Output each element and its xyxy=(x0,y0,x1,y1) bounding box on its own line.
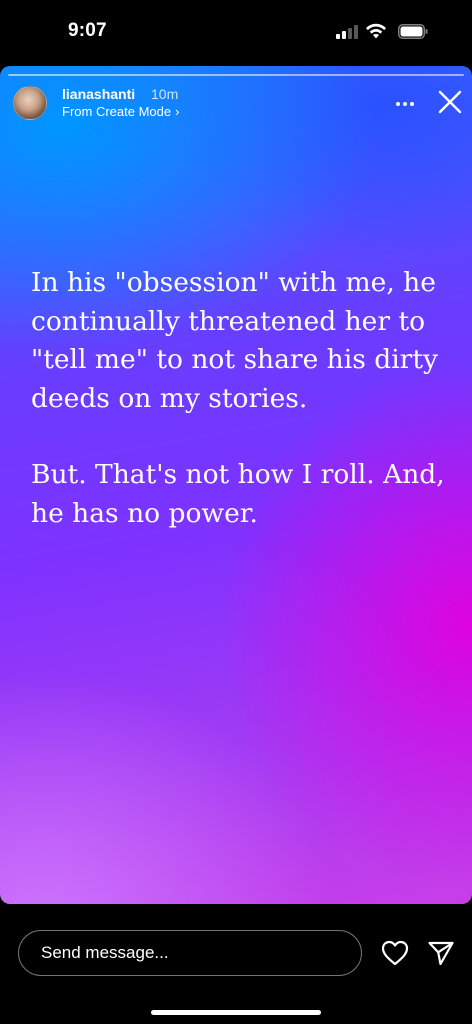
battery-icon xyxy=(398,24,428,39)
story-paragraph: But. That's not how I roll. And, he has … xyxy=(31,459,445,529)
story-username[interactable]: lianashanti xyxy=(62,86,135,102)
status-time: 9:07 xyxy=(68,20,107,41)
send-message-input[interactable] xyxy=(18,930,362,976)
status-bar: 9:07 xyxy=(0,0,472,62)
home-indicator[interactable] xyxy=(151,1010,321,1015)
heart-icon[interactable] xyxy=(381,940,409,966)
more-horizontal-icon[interactable] xyxy=(392,94,418,114)
reply-bar xyxy=(0,904,472,1024)
story-time-ago: 10m xyxy=(151,86,179,102)
create-mode-link[interactable]: From Create Mode › xyxy=(62,104,179,119)
story-progress-segment xyxy=(8,74,464,76)
story-paragraph: In his "obsession" with me, he continual… xyxy=(31,267,438,414)
send-icon[interactable] xyxy=(427,940,455,966)
chevron-right-icon: › xyxy=(175,104,180,119)
story-header: lianashanti 10m From Create Mode › xyxy=(0,84,472,124)
story-card[interactable]: lianashanti 10m From Create Mode › In hi… xyxy=(0,66,472,904)
close-icon[interactable] xyxy=(436,88,464,116)
story-text: In his "obsession" with me, he continual… xyxy=(31,264,451,533)
cellular-signal-icon xyxy=(336,25,358,39)
create-mode-label: From Create Mode xyxy=(62,104,172,119)
wifi-icon xyxy=(366,23,386,39)
avatar[interactable] xyxy=(13,86,47,120)
story-progress-bar xyxy=(8,74,464,76)
